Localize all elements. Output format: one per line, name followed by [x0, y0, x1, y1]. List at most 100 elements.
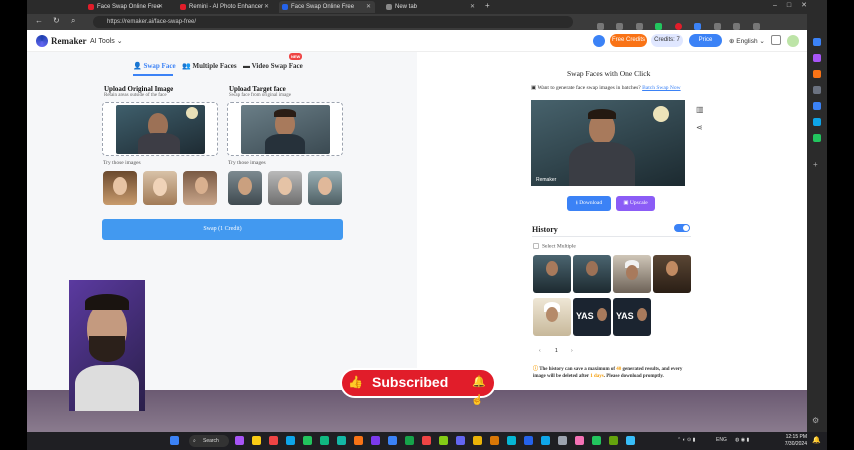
sample-image[interactable] — [143, 171, 177, 205]
send-icon[interactable] — [813, 134, 821, 142]
tab-video-swap-face[interactable]: ▬ Video Swap Face — [243, 62, 303, 70]
language-indicator[interactable]: ENG — [716, 437, 727, 443]
select-multiple-label: Select Multiple — [542, 243, 576, 250]
brand-name[interactable]: Remaker — [51, 36, 87, 46]
taskbar-app-icon[interactable] — [490, 436, 499, 445]
current-page[interactable]: 1 — [555, 348, 558, 354]
translate-icon[interactable] — [771, 35, 781, 45]
file-explorer-icon[interactable] — [252, 436, 261, 445]
browser-tab-4[interactable]: New tab ✕ — [383, 1, 479, 13]
next-page-icon[interactable]: › — [571, 348, 573, 354]
close-icon[interactable]: ✕ — [264, 1, 269, 13]
history-thumb[interactable] — [533, 255, 571, 293]
share-icon[interactable]: ⋖ — [696, 123, 703, 132]
taskbar-app-icon[interactable] — [558, 436, 567, 445]
notification-bell-icon[interactable]: 🔔 — [812, 436, 821, 444]
premiere-icon[interactable] — [371, 436, 380, 445]
thumb-text: YAS — [576, 311, 594, 321]
chrome-icon[interactable] — [422, 436, 431, 445]
select-multiple[interactable]: Select Multiple — [533, 243, 576, 249]
taskbar-app-icon[interactable] — [473, 436, 482, 445]
sample-image[interactable] — [228, 171, 262, 205]
search-icon[interactable]: ⌕ — [71, 16, 75, 26]
taskbar-app-icon[interactable] — [337, 436, 346, 445]
new-tab-button[interactable]: + — [485, 1, 490, 10]
taskbar-app-icon[interactable] — [303, 436, 312, 445]
try-images-label-original: Try those images — [103, 160, 141, 166]
history-thumb[interactable]: YAS — [573, 298, 611, 336]
taskbar-app-icon[interactable] — [507, 436, 516, 445]
tab-title: New tab — [395, 4, 418, 10]
gear-icon[interactable]: ⚙ — [812, 416, 819, 425]
history-thumb[interactable] — [613, 255, 651, 293]
history-thumb[interactable] — [653, 255, 691, 293]
swap-button[interactable]: Swap (1 Credit) — [102, 219, 343, 240]
illustrator-icon[interactable] — [354, 436, 363, 445]
note-text: . Please download promptly. — [603, 373, 664, 379]
download-button[interactable]: ⭳ Download — [567, 196, 611, 211]
close-icon[interactable]: ✕ — [470, 1, 475, 13]
taskbar-app-icon[interactable] — [541, 436, 550, 445]
search-icon[interactable] — [813, 38, 821, 46]
windows-start-icon[interactable] — [170, 436, 179, 445]
outlook-icon[interactable] — [813, 118, 821, 126]
original-image-dropzone[interactable] — [102, 102, 218, 156]
taskbar-app-icon[interactable] — [524, 436, 533, 445]
discord-icon[interactable] — [593, 35, 605, 47]
checkbox[interactable] — [533, 243, 539, 249]
taskbar-search[interactable]: ⌕ Search — [189, 435, 229, 447]
batch-swap-link[interactable]: Batch Swap Now — [642, 85, 681, 91]
after-effects-icon[interactable] — [456, 436, 465, 445]
sample-image[interactable] — [183, 171, 217, 205]
extension-icons[interactable] — [597, 17, 777, 30]
refresh-icon[interactable]: ↻ — [53, 16, 60, 25]
network-volume-icons[interactable]: ◍ ◉ ▮ — [735, 437, 749, 443]
prev-page-icon[interactable]: ‹ — [539, 348, 541, 354]
taskbar-app-icon[interactable] — [609, 436, 618, 445]
taskbar-app-icon[interactable] — [269, 436, 278, 445]
taskbar-app-icon[interactable] — [235, 436, 244, 445]
clock[interactable]: 12:15 PM 7/30/2024 — [785, 434, 807, 448]
tray-icons[interactable]: ⌃ ◐ ⊙ ▮ — [677, 437, 695, 443]
free-credits-button[interactable]: Free Credits — [610, 34, 647, 47]
close-icon[interactable]: ✕ — [158, 1, 163, 13]
sample-image[interactable] — [268, 171, 302, 205]
edge-icon[interactable] — [286, 436, 295, 445]
price-button[interactable]: Price — [689, 34, 722, 47]
sample-image[interactable] — [103, 171, 137, 205]
whatsapp-icon[interactable] — [320, 436, 329, 445]
photoshop-icon[interactable] — [388, 436, 397, 445]
avatar[interactable] — [787, 35, 799, 47]
shopping-icon[interactable] — [813, 70, 821, 78]
sample-image[interactable] — [308, 171, 342, 205]
taskbar-app-icon[interactable] — [575, 436, 584, 445]
browser-tab-3[interactable]: Face Swap Online Free ✕ — [279, 1, 375, 13]
taskbar-app-icon[interactable] — [626, 436, 635, 445]
language-selector[interactable]: ⊕ English ⌄ — [729, 37, 765, 45]
tab-swap-face[interactable]: 👤 Swap Face — [133, 62, 176, 70]
close-icon[interactable]: ✕ — [366, 1, 371, 13]
add-icon[interactable]: + — [813, 160, 818, 169]
browser-tab-2[interactable]: Remini - AI Photo Enhancer ✕ — [177, 1, 273, 13]
history-toggle[interactable] — [674, 224, 690, 232]
tools-icon[interactable] — [813, 86, 821, 94]
history-thumb[interactable] — [573, 255, 611, 293]
taskbar-app-icon[interactable] — [439, 436, 448, 445]
target-face-dropzone[interactable] — [227, 102, 343, 156]
search-icon: ⌕ — [193, 438, 196, 444]
taskbar-app-icon[interactable] — [405, 436, 414, 445]
url-field[interactable]: https://remaker.ai/face-swap-free/ — [93, 16, 573, 28]
ai-tools-menu[interactable]: AI Tools ⌄ — [90, 37, 123, 45]
compare-icon[interactable]: ▥ — [696, 105, 704, 114]
copilot-icon[interactable] — [813, 54, 821, 62]
history-thumb[interactable]: YAS — [613, 298, 651, 336]
games-icon[interactable] — [813, 102, 821, 110]
tab-multiple-faces[interactable]: 👥 Multiple Faces — [182, 62, 237, 70]
upscale-icon: ▣ — [623, 200, 629, 206]
remaker-logo-icon[interactable] — [36, 35, 48, 47]
upscale-button[interactable]: ▣ Upscale — [616, 196, 655, 211]
excel-icon[interactable] — [592, 436, 601, 445]
back-icon[interactable]: ← — [35, 16, 43, 25]
browser-tab-1[interactable]: Face Swap Online Free ✕ — [85, 1, 167, 13]
history-thumb[interactable] — [533, 298, 571, 336]
